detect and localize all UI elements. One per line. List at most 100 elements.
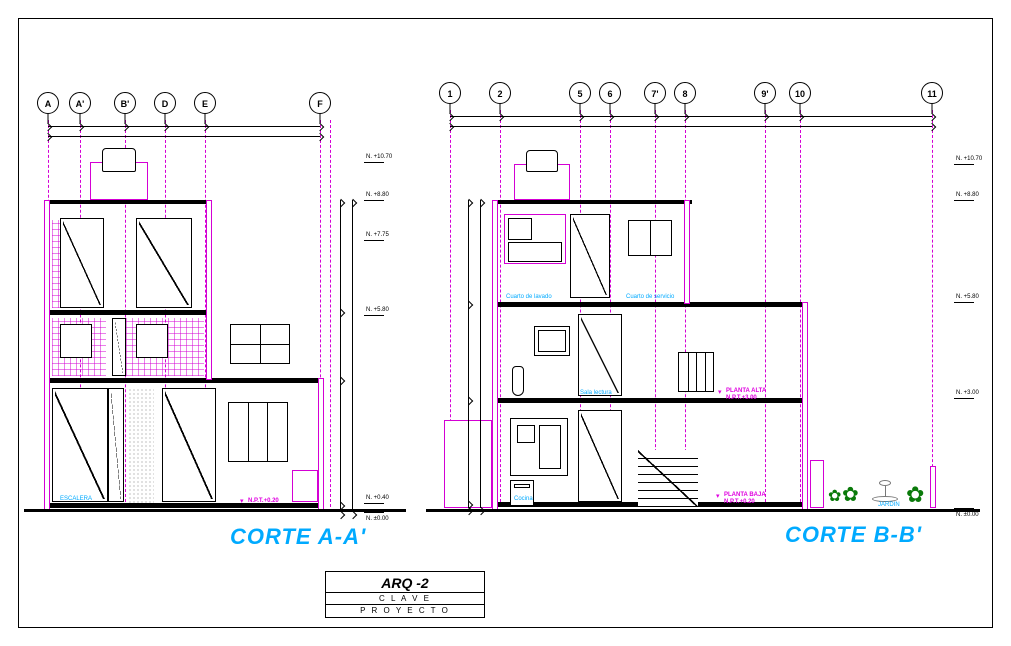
toilet-icon: [512, 366, 524, 396]
water-tank-icon: [102, 148, 136, 172]
window: [230, 324, 290, 364]
level-label-pa: PLANTA ALTA: [726, 388, 766, 394]
plant-icon: ✿: [906, 482, 924, 508]
level-label: N. ±0.00: [956, 512, 979, 518]
door: [162, 388, 216, 502]
door: [60, 218, 104, 308]
wall-left: [492, 200, 498, 510]
level-line: [954, 164, 974, 165]
slab-roof: [44, 200, 212, 204]
grid-bubble-9: 9': [754, 82, 776, 104]
glazed-door: [108, 388, 124, 502]
npt-label: N.P.T.+3.00: [726, 395, 757, 401]
ext-line: [330, 120, 331, 512]
slab-roof: [492, 200, 692, 204]
wall-mid-top: [684, 200, 690, 304]
room-label: Cuarto de lavado: [506, 294, 552, 300]
section-aa: A A' B' D E F: [30, 140, 400, 560]
gridline-10: [800, 110, 801, 512]
cabinet: [508, 242, 562, 262]
room-label: ESCALERA: [60, 496, 92, 502]
sheet-code: ARQ -2: [326, 572, 484, 593]
gridline-2: [500, 110, 501, 512]
level-label: N. +5.80: [366, 307, 389, 313]
grid-bubble-10: 10: [789, 82, 811, 104]
window-grid: [60, 324, 92, 358]
npt-marker-icon: ▾: [716, 492, 720, 500]
level-label-pb: PLANTA BAJA: [724, 492, 766, 498]
wall-left: [44, 200, 50, 512]
window: [228, 402, 288, 462]
door: [578, 314, 622, 396]
balustrade: [678, 352, 714, 392]
section-title-b: CORTE B-B': [785, 522, 922, 548]
slab-groundroof: [44, 503, 324, 508]
grid-bubble-d: D: [154, 92, 176, 114]
dim-vert2: [352, 200, 353, 512]
room-label: Cocina: [514, 496, 533, 502]
gridline-9: [765, 110, 766, 512]
tile-hatch: [52, 220, 60, 308]
grid-bubble-5: 5: [569, 82, 591, 104]
grid-bubble-11: 11: [921, 82, 943, 104]
grid-bubble-6: 6: [599, 82, 621, 104]
plant-icon: ✿: [842, 482, 859, 507]
slab-floor3: [44, 310, 212, 315]
wall-right: [802, 302, 808, 510]
level-line: [954, 200, 974, 201]
slab-floor2: [44, 378, 324, 383]
grid-bubble-7: 7': [644, 82, 666, 104]
window: [628, 220, 672, 256]
section-bb: 1 2 5 6 7' 8 9' 10 11: [430, 130, 990, 560]
sheet-clave: C L A V E: [326, 593, 484, 605]
planter-wall: [810, 460, 824, 508]
kitchen-upper: [510, 418, 568, 476]
grid-bubble-f: F: [309, 92, 331, 114]
wall-right: [318, 378, 324, 510]
counter: [292, 470, 318, 502]
dim-vert: [340, 200, 341, 512]
gridline-11: [932, 110, 933, 512]
door: [112, 318, 126, 376]
level-label: N. +5.80: [956, 294, 979, 300]
level-label: N. +8.80: [366, 192, 389, 198]
window-grid: [136, 324, 168, 358]
npt-label: N.P.T.+0.20: [724, 499, 755, 505]
level-label: N. +0.40: [366, 495, 389, 501]
door: [570, 214, 610, 298]
level-label: N. ±0.00: [366, 516, 389, 522]
mirror: [534, 326, 570, 356]
drawing-sheet: A A' B' D E F: [0, 0, 1011, 646]
cabinet: [508, 218, 532, 240]
level-label: N. +10.70: [366, 154, 392, 160]
level-line: [364, 240, 384, 241]
sheet-proyecto: P R O Y E C T O: [326, 605, 484, 617]
grid-bubble-a2: A': [69, 92, 91, 114]
dim-row-top: [450, 116, 932, 117]
stove-icon: [510, 480, 534, 506]
dim-row-top2: [450, 126, 932, 127]
title-block: ARQ -2 C L A V E P R O Y E C T O: [325, 571, 485, 618]
level-label: N. +7.75: [366, 232, 389, 238]
glazed-door: [52, 388, 108, 502]
level-label: N. +8.80: [956, 192, 979, 198]
level-line: [364, 200, 384, 201]
grid-bubble-1: 1: [439, 82, 461, 104]
dim-row-top2: [48, 136, 320, 137]
plant-icon: ✿: [828, 486, 841, 506]
stone-texture: [128, 388, 154, 504]
room-label: Cuarto de servicio: [626, 294, 674, 300]
level-line: [364, 162, 384, 163]
dim-vert: [468, 200, 469, 508]
room-label: JARDIN: [878, 502, 900, 508]
level-label: N. +3.00: [956, 390, 979, 396]
grid-bubble-2: 2: [489, 82, 511, 104]
door: [136, 218, 192, 308]
level-line: [954, 302, 974, 303]
ground-line: [24, 509, 406, 512]
fountain-icon: [872, 480, 898, 502]
npt-marker-icon: ▾: [240, 497, 244, 505]
level-line: [364, 503, 384, 504]
level-line: [364, 512, 384, 513]
grid-bubble-b: B': [114, 92, 136, 114]
